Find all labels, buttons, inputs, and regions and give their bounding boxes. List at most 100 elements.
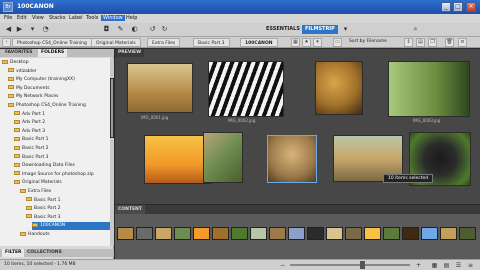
stack-icon[interactable]: ❐ — [428, 38, 437, 47]
folder-tree-item[interactable]: Original Materials — [14, 179, 110, 187]
filmstrip-thumb[interactable] — [326, 227, 343, 240]
filmstrip-thumb[interactable] — [421, 227, 438, 240]
filmstrip-thumb[interactable] — [364, 227, 381, 240]
grid-view-icon[interactable]: ▦ — [291, 38, 300, 47]
slider-knob[interactable] — [360, 261, 365, 269]
photo-sunset-tree[interactable] — [144, 135, 212, 184]
menu-label[interactable]: Label — [69, 15, 83, 21]
filmstrip-thumb[interactable] — [288, 227, 305, 240]
folder-scrollbar[interactable] — [110, 58, 114, 246]
tab-favorites[interactable]: FAVORITES — [2, 49, 36, 57]
thumbnail-size-slider[interactable] — [290, 261, 410, 269]
menu-tools[interactable]: Tools — [86, 15, 98, 21]
close-button[interactable]: × — [466, 2, 476, 12]
filmstrip-thumb[interactable] — [174, 227, 191, 240]
filmstrip-thumb[interactable] — [136, 227, 153, 240]
folder-tree-item[interactable]: My Documents — [8, 85, 110, 93]
thumbnail-view-icon[interactable]: ▤ — [442, 261, 451, 270]
breadcrumb-item[interactable]: Extra Files — [147, 38, 181, 47]
sort-order-icon[interactable]: ↕ — [404, 38, 413, 47]
folder-tree-item[interactable]: 100CANON — [32, 222, 110, 231]
list-view-icon[interactable]: ≡ — [466, 261, 475, 270]
folder-tree-item[interactable]: Basic Part 1 — [14, 136, 110, 144]
folder-tree-item[interactable]: Basic Part 1 — [26, 197, 110, 205]
filmstrip-thumb[interactable] — [117, 227, 134, 240]
folder-tree-item[interactable]: Handouts — [20, 231, 110, 239]
folder-tree-item[interactable]: Adv Part 3 — [14, 128, 110, 136]
zoom-in-icon[interactable]: + — [414, 261, 423, 270]
photo-zebras[interactable] — [208, 61, 284, 117]
minimize-button[interactable]: _ — [441, 2, 451, 12]
list-view-icon[interactable]: ≡ — [458, 38, 467, 47]
menu-stacks[interactable]: Stacks — [49, 15, 65, 21]
zoom-out-icon[interactable]: − — [278, 261, 287, 270]
breadcrumb-current[interactable]: 100CANON — [240, 38, 278, 47]
folder-tree-item[interactable]: Extra Files — [20, 188, 110, 196]
new-folder-icon[interactable]: ▤ — [416, 38, 425, 47]
tab-collections[interactable]: COLLECTIONS — [24, 249, 65, 257]
folder-tree-item[interactable]: Image Source for photoshop.zip — [14, 171, 110, 179]
folder-tree-item[interactable]: Basic Part 2 — [14, 145, 110, 153]
filter-icon[interactable]: ▾ — [313, 38, 322, 47]
rotate-left-icon[interactable]: ↺ — [148, 25, 157, 34]
tab-filter[interactable]: FILTER — [2, 249, 25, 257]
folder-icon[interactable]: ▭ — [333, 38, 342, 47]
forward-icon[interactable]: ▶ — [15, 25, 24, 34]
details-view-icon[interactable]: ☰ — [454, 261, 463, 270]
folder-tree-item[interactable]: Basic Part 3 — [14, 154, 110, 162]
folder-tree-item[interactable]: Basic Part 3 — [26, 214, 110, 222]
photo-lioness[interactable] — [127, 63, 193, 113]
scrollbar-thumb[interactable] — [110, 78, 114, 138]
folder-tree-item[interactable]: Desktop — [2, 59, 110, 67]
back-icon[interactable]: ◀ — [4, 25, 13, 34]
recent-files-icon[interactable]: ◔ — [41, 25, 50, 34]
grid-lock-icon[interactable]: ▦ — [430, 261, 439, 270]
folder-tree-item[interactable]: Basic Part 2 — [26, 205, 110, 213]
menu-window[interactable]: Window — [101, 15, 125, 21]
breadcrumb-item[interactable]: Basic Part 3 — [193, 38, 230, 47]
parent-folder-icon[interactable]: ▾ — [28, 25, 37, 34]
filmstrip-thumb[interactable] — [231, 227, 248, 240]
workspace-menu-icon[interactable]: ▾ — [341, 25, 350, 34]
filmstrip-thumb[interactable] — [193, 227, 210, 240]
filmstrip-thumb[interactable] — [269, 227, 286, 240]
filmstrip-thumb[interactable] — [402, 227, 419, 240]
breadcrumb-item[interactable]: Original Materials — [91, 38, 141, 47]
menu-file[interactable]: File — [4, 15, 12, 21]
menu-view[interactable]: View — [32, 15, 44, 21]
breadcrumb-item[interactable]: Photoshop CS4_Online Training — [12, 38, 92, 47]
tab-filmstrip[interactable]: FILMSTRIP — [302, 25, 338, 34]
rating-filter-icon[interactable]: ★ — [302, 38, 311, 47]
photo-kingfisher[interactable] — [388, 61, 470, 117]
filmstrip-thumb[interactable] — [459, 227, 476, 240]
folder-tree-item[interactable]: vdizabler — [8, 68, 110, 76]
search-icon[interactable]: ⌕ — [411, 25, 420, 34]
sort-dropdown[interactable]: Sort by Filename — [349, 39, 387, 44]
delete-icon[interactable]: 🗑 — [445, 38, 454, 47]
folder-tree-item[interactable]: My Computer (trainingXX) — [8, 76, 110, 84]
camera-download-icon[interactable]: ◘ — [102, 25, 111, 34]
folder-tree-item[interactable]: Adv Part 1 — [14, 111, 110, 119]
open-in-camera-raw-icon[interactable]: ◐ — [130, 25, 139, 34]
filmstrip-thumb[interactable] — [212, 227, 229, 240]
filmstrip-thumb[interactable] — [383, 227, 400, 240]
folder-tree-item[interactable]: Downloading Data Files — [14, 162, 110, 170]
photo-leopard[interactable] — [315, 61, 363, 115]
tab-folders[interactable]: FOLDERS — [38, 49, 68, 57]
menu-help[interactable]: Help — [126, 15, 137, 21]
path-back-icon[interactable]: ‹ — [2, 38, 11, 47]
filmstrip-thumb[interactable] — [155, 227, 172, 240]
maximize-button[interactable]: □ — [453, 2, 463, 12]
menu-edit[interactable]: Edit — [17, 15, 27, 21]
filmstrip-thumb[interactable] — [440, 227, 457, 240]
filmstrip-thumb[interactable] — [250, 227, 267, 240]
photo-cheetahs[interactable] — [267, 135, 317, 183]
folder-tree-item[interactable]: Photoshop CS4_Online Training — [8, 102, 110, 110]
refine-icon[interactable]: ✎ — [116, 25, 125, 34]
folder-tree-item[interactable]: Adv Part 2 — [14, 119, 110, 127]
tab-essentials[interactable]: ESSENTIALS — [263, 25, 303, 34]
filmstrip-thumb[interactable] — [307, 227, 324, 240]
photo-giraffe[interactable] — [203, 132, 243, 183]
folder-tree-item[interactable]: My Network Places — [8, 93, 110, 101]
filmstrip-thumb[interactable] — [345, 227, 362, 240]
